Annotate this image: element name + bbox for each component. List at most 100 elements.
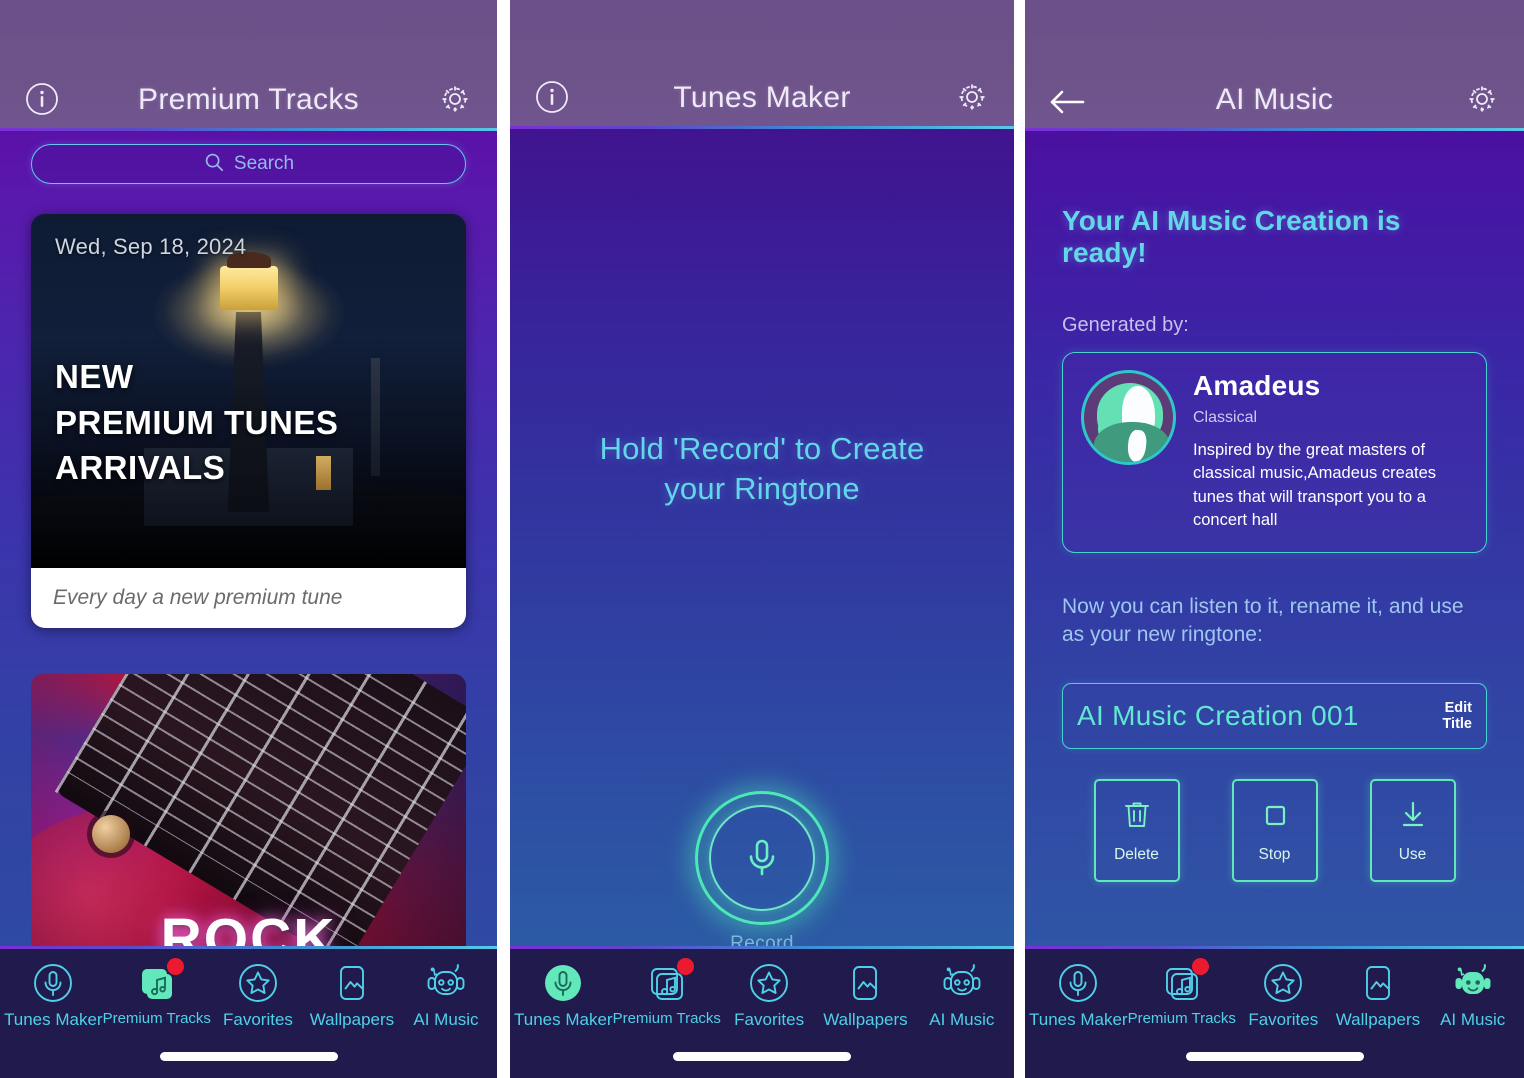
track-title-value: AI Music Creation 001 [1077, 700, 1359, 732]
star-circle-icon [746, 960, 792, 1006]
delete-button[interactable]: Delete [1093, 779, 1180, 883]
microphone-circle-icon [540, 960, 586, 1006]
stop-button[interactable]: Stop [1231, 779, 1318, 883]
record-prompt-line1: Hold 'Record' to Create [599, 431, 925, 466]
panel-gap-1 [497, 0, 510, 1078]
promo-headline: NEW PREMIUM TUNES ARRIVALS [55, 354, 338, 490]
info-circle-icon[interactable] [24, 81, 60, 117]
home-indicator [159, 1052, 338, 1061]
promo-card-image: Wed, Sep 18, 2024 NEW PREMIUM TUNES ARRI… [31, 214, 466, 568]
genre-card-rock[interactable]: ROCK [31, 674, 466, 946]
search-input[interactable]: Search [31, 144, 466, 184]
edit-title-line1: Edit [1444, 699, 1472, 716]
panel1-header: Premium Tracks [0, 0, 497, 131]
edit-title-line2: Title [1442, 716, 1472, 733]
nav-label-wallpapers: Wallpapers [823, 1010, 908, 1029]
music-cards-icon [644, 958, 694, 1006]
panel2-header-left [510, 79, 594, 115]
nav-label-premium-tracks: Premium Tracks [1127, 1010, 1236, 1027]
sidebar-item-premium-tracks[interactable]: Premium Tracks [103, 958, 211, 1027]
sidebar-item-wallpapers[interactable]: Wallpapers [305, 960, 399, 1030]
use-button[interactable]: Use [1369, 779, 1456, 883]
gear-icon[interactable] [437, 81, 473, 117]
nav-label-wallpapers: Wallpapers [309, 1010, 395, 1029]
generator-card[interactable]: Amadeus Classical Inspired by the great … [1062, 352, 1487, 553]
star-circle-icon [235, 960, 281, 1006]
nav-label-favorites: Favorites [734, 1010, 805, 1029]
lighthouse-lamp [219, 266, 278, 310]
sidebar-item-tunes-maker[interactable]: Tunes Maker [1029, 960, 1128, 1030]
promo-date: Wed, Sep 18, 2024 [55, 234, 247, 259]
nav-label-ai-music: AI Music [929, 1010, 995, 1029]
nav-label-tunes-maker: Tunes Maker [514, 1010, 613, 1029]
notification-badge [676, 958, 694, 975]
arrow-left-icon[interactable] [1047, 87, 1087, 117]
trash-icon [1121, 798, 1153, 837]
generator-description: Inspired by the great masters of classic… [1193, 441, 1437, 530]
sidebar-item-ai-music[interactable]: AI Music [399, 960, 493, 1030]
robot-headphones-icon [422, 960, 470, 1006]
generator-name: Amadeus [1193, 370, 1321, 401]
use-button-label: Use [1398, 845, 1427, 863]
music-cards-icon [1159, 958, 1209, 1006]
panel1-nav-items: Tunes Maker Premium Tracks Favorites Wal… [0, 946, 497, 1030]
nav-label-favorites: Favorites [1248, 1010, 1319, 1029]
generator-info: Amadeus Classical Inspired by the great … [1193, 370, 1467, 533]
image-frame-icon [842, 960, 888, 1006]
notification-badge [1191, 958, 1209, 975]
robot-headphones-icon [938, 960, 986, 1006]
panel1-body: Search Wed, Sep 18, 2024 NEW PREMIUM TUN… [0, 131, 497, 946]
sidebar-item-tunes-maker[interactable]: Tunes Maker [514, 960, 613, 1030]
sidebar-item-premium-tracks[interactable]: Premium Tracks [1127, 958, 1236, 1027]
panel2-header: Tunes Maker [510, 0, 1014, 129]
record-prompt: Hold 'Record' to Create your Ringtone [600, 429, 925, 508]
info-circle-icon[interactable] [534, 79, 570, 115]
sidebar-item-wallpapers[interactable]: Wallpapers [817, 960, 913, 1030]
track-title-field[interactable]: AI Music Creation 001 Edit Title [1062, 683, 1487, 750]
panel1-title: Premium Tracks [138, 83, 359, 116]
promo-caption: Every day a new premium tune [53, 586, 343, 609]
promo-headline-line3: ARRIVALS [55, 448, 226, 486]
panel3-header: AI Music [1025, 0, 1524, 131]
panel1-header-right [413, 81, 497, 117]
generated-by-label: Generated by: [1062, 314, 1189, 336]
sidebar-item-favorites[interactable]: Favorites [721, 960, 817, 1030]
panel3-title: AI Music [1215, 83, 1334, 116]
nav-label-favorites: Favorites [222, 1010, 293, 1029]
ready-title: Your AI Music Creation is ready! [1062, 205, 1401, 268]
panel3-body: Your AI Music Creation is ready! Generat… [1025, 131, 1524, 946]
panel3-header-right [1440, 81, 1524, 117]
sidebar-item-tunes-maker[interactable]: Tunes Maker [4, 960, 103, 1030]
phone-screen-ai-music: AI Music Your AI Music Creation is ready… [1025, 0, 1524, 1078]
nav-label-ai-music: AI Music [413, 1010, 479, 1029]
sidebar-item-wallpapers[interactable]: Wallpapers [1331, 960, 1426, 1030]
panel1-header-left [0, 81, 84, 117]
home-indicator [673, 1052, 851, 1061]
gear-icon[interactable] [1464, 81, 1500, 117]
panel3-nav-items: Tunes Maker Premium Tracks Favorites Wal… [1025, 946, 1524, 1030]
gear-icon[interactable] [954, 79, 990, 115]
nav-label-premium-tracks: Premium Tracks [612, 1010, 721, 1027]
phone-screen-premium-tracks: Premium Tracks Search Wed, Sep 18, 2024 … [0, 0, 497, 1078]
sidebar-item-favorites[interactable]: Favorites [211, 960, 305, 1030]
search-placeholder-label: Search [233, 153, 295, 174]
record-button[interactable] [695, 791, 829, 925]
search-icon [203, 151, 225, 178]
genre-card-title: ROCK [160, 907, 337, 946]
sidebar-item-ai-music[interactable]: AI Music [914, 960, 1010, 1030]
microphone-icon [735, 829, 789, 888]
panel2-bottom-nav: Tunes Maker Premium Tracks Favorites Wal… [510, 946, 1014, 1078]
sidebar-item-premium-tracks[interactable]: Premium Tracks [612, 958, 721, 1027]
instructions-note: Now you can listen to it, rename it, and… [1062, 594, 1464, 647]
promo-card-caption-bar: Every day a new premium tune [31, 568, 466, 628]
microphone-circle-icon [1055, 960, 1101, 1006]
home-indicator [1185, 1052, 1364, 1061]
nav-label-ai-music: AI Music [1440, 1010, 1506, 1029]
edit-title-button[interactable]: Edit Title [1442, 700, 1472, 733]
panel-gap-2 [1014, 0, 1025, 1078]
image-frame-icon [1355, 960, 1401, 1006]
sidebar-item-favorites[interactable]: Favorites [1236, 960, 1331, 1030]
promo-card[interactable]: Wed, Sep 18, 2024 NEW PREMIUM TUNES ARRI… [31, 214, 466, 628]
sidebar-item-ai-music[interactable]: AI Music [1425, 960, 1520, 1030]
download-arrow-icon [1397, 798, 1429, 837]
